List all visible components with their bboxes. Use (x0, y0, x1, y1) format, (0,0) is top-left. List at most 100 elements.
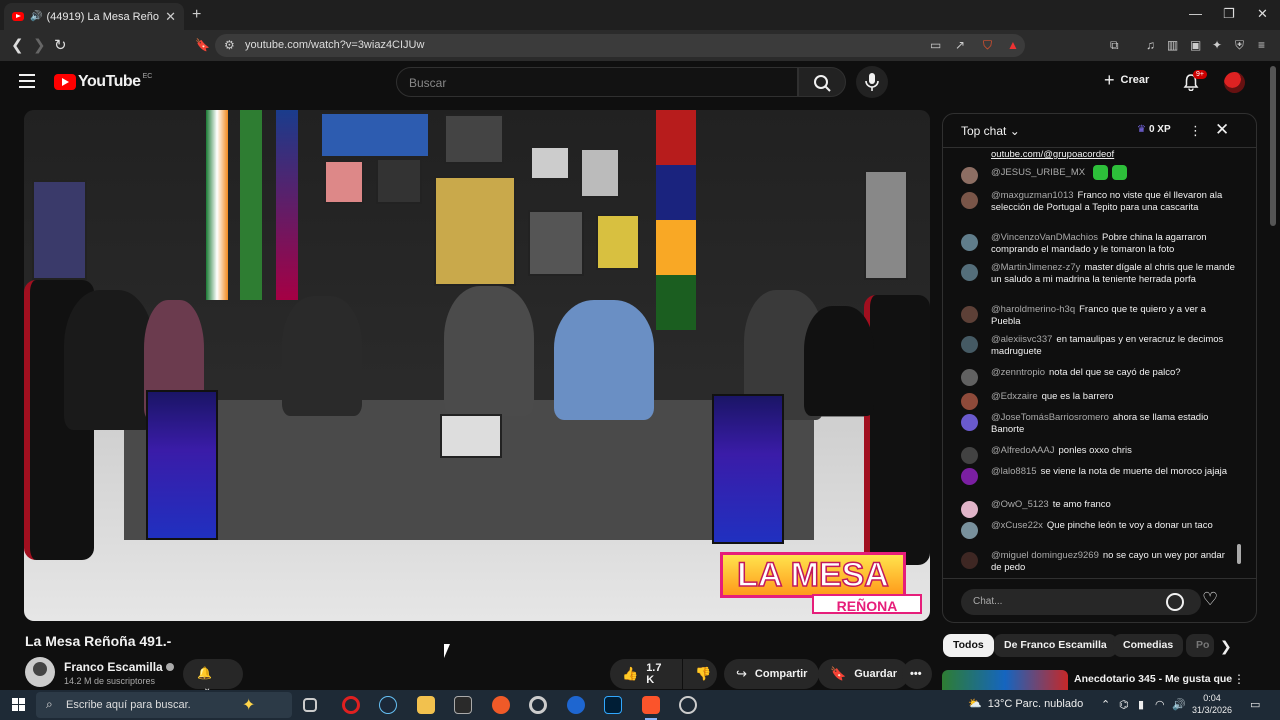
chip-comedias[interactable]: Comedias (1113, 634, 1184, 657)
chat-username[interactable]: @alexiisvc337 (991, 334, 1052, 345)
app-icon[interactable] (492, 696, 510, 714)
channel-avatar[interactable] (25, 657, 55, 687)
app-icon[interactable] (679, 696, 697, 714)
wallet-icon[interactable]: ▣ (1190, 38, 1201, 52)
browser-menu-icon[interactable]: ≡ (1258, 38, 1265, 52)
chat-avatar[interactable] (961, 468, 978, 485)
site-info-icon[interactable]: ⚙ (224, 38, 235, 52)
tab-search-icon[interactable]: ⧉ (1110, 38, 1119, 53)
network-icon[interactable]: ⌬ (1119, 698, 1129, 711)
chat-username[interactable]: @lalo8815 (991, 466, 1037, 477)
channel-name-link[interactable]: Franco Escamilla (64, 660, 174, 674)
chat-avatar[interactable] (961, 192, 978, 209)
subscription-bell-button[interactable]: 🔔 ⌄ (183, 659, 243, 694)
top-chat-dropdown[interactable]: Top chat ⌄ (961, 124, 1020, 138)
chat-username[interactable]: @AlfredoAAAJ (991, 445, 1055, 456)
chat-username[interactable]: @xCuse22x (991, 520, 1043, 531)
chat-avatar[interactable] (961, 234, 978, 251)
opera-icon[interactable] (342, 696, 360, 714)
chat-link[interactable]: outube.com/@grupoacordeof (991, 149, 1114, 160)
notification-center-icon[interactable]: ▭ (1250, 698, 1260, 711)
weather-widget[interactable]: ⛅ 13°C Parc. nublado (968, 697, 1083, 710)
recommendation-thumbnail[interactable] (942, 670, 1068, 692)
chat-username[interactable]: @VincenzoVanDMachios (991, 232, 1098, 243)
close-tab-icon[interactable]: ✕ (165, 9, 176, 25)
clock[interactable]: 0:04 31/3/2026 (1192, 692, 1232, 716)
wifi-icon[interactable]: ◠ (1155, 698, 1165, 711)
chip-partial[interactable]: Po (1186, 634, 1214, 657)
chat-avatar[interactable] (961, 552, 978, 569)
browser-tab[interactable]: 🔊 (44919) La Mesa Reñoña 491.- ✕ (4, 3, 184, 30)
more-actions-button[interactable]: ••• (902, 659, 932, 689)
volume-icon[interactable]: 🔊 (1172, 698, 1186, 711)
forward-icon[interactable]: ❯ (33, 36, 46, 54)
chat-avatar[interactable] (961, 167, 978, 184)
chat-username[interactable]: @MartinJimenez-z7y (991, 262, 1080, 273)
chat-username[interactable]: @JoseTomásBarriosromero (991, 412, 1109, 423)
steam-icon[interactable] (379, 696, 397, 714)
music-icon[interactable]: ♫ (1146, 38, 1155, 52)
file-explorer-icon[interactable] (417, 696, 435, 714)
speaker-icon[interactable]: 🔊 (30, 11, 42, 22)
windows-start-icon[interactable] (12, 698, 25, 711)
chip-franco-escamilla[interactable]: De Franco Escamilla (994, 634, 1117, 657)
chat-username[interactable]: @haroldmerino-h3q (991, 304, 1075, 315)
chevron-right-icon[interactable]: ❯ (1220, 638, 1232, 655)
chat-more-icon[interactable]: ⋮ (1189, 123, 1202, 139)
recommendation-title[interactable]: Anecdotario 345 - Me gusta que (1074, 673, 1232, 685)
chat-username[interactable]: @OwO_5123 (991, 499, 1049, 510)
emoji-picker-icon[interactable] (1166, 593, 1184, 611)
bookmark-icon[interactable]: 🔖 (195, 38, 210, 52)
chat-avatar[interactable] (961, 447, 978, 464)
vpn-icon[interactable]: ⛨ (1235, 38, 1244, 53)
chat-avatar[interactable] (961, 393, 978, 410)
chat-username[interactable]: @Edxzaire (991, 391, 1038, 402)
video-player[interactable]: LA MESA REÑONA (24, 110, 930, 621)
chat-username[interactable]: @JESUS_URIBE_MX (991, 167, 1085, 178)
close-chat-icon[interactable]: ✕ (1215, 120, 1229, 140)
tray-chevron-icon[interactable]: ⌃ (1101, 698, 1110, 711)
share-icon[interactable]: ↗ (955, 38, 965, 52)
account-avatar[interactable] (1224, 72, 1245, 93)
chat-scrollbar[interactable] (1237, 154, 1241, 574)
create-button[interactable]: + Crear (1104, 71, 1149, 89)
chat-avatar[interactable] (961, 336, 978, 353)
chat-username[interactable]: @miguel dominguez9269 (991, 550, 1099, 561)
sidebar-icon[interactable]: ▥ (1167, 38, 1178, 52)
chat-username[interactable]: @zenntropio (991, 367, 1045, 378)
search-input[interactable]: Buscar (396, 67, 798, 97)
page-scrollbar[interactable] (1270, 66, 1276, 226)
search-button[interactable] (798, 67, 846, 97)
rewards-icon[interactable]: ▲ (1007, 38, 1019, 52)
chat-input[interactable]: Chat... (961, 589, 1201, 615)
photoshop-icon[interactable] (604, 696, 622, 714)
restore-icon[interactable]: ❐ (1223, 6, 1235, 22)
chat-username[interactable]: @maxguzman1013 (991, 190, 1074, 201)
leo-icon[interactable]: ✦ (1212, 38, 1222, 52)
recommendation-more-icon[interactable]: ⋮ (1233, 672, 1245, 686)
app-icon[interactable] (529, 696, 547, 714)
heart-icon[interactable]: ♡ (1202, 589, 1218, 610)
xp-indicator[interactable]: ♛ 0 XP (1137, 124, 1171, 135)
hamburger-menu-icon[interactable] (19, 74, 35, 88)
chat-scroll-thumb[interactable] (1237, 544, 1241, 564)
brave-browser-icon[interactable] (642, 696, 660, 714)
share-button[interactable]: ↪ Compartir (724, 659, 820, 689)
epic-games-icon[interactable] (454, 696, 472, 714)
chat-avatar[interactable] (961, 369, 978, 386)
like-button[interactable]: 👍 1.7 K (610, 659, 682, 689)
youtube-logo[interactable]: YouTube EC (54, 73, 152, 91)
chip-all[interactable]: Todos (943, 634, 994, 657)
chat-avatar[interactable] (961, 306, 978, 323)
chat-avatar[interactable] (961, 522, 978, 539)
brave-shield-icon[interactable]: ⛉ (983, 38, 992, 53)
dislike-button[interactable]: 👎 (683, 659, 717, 689)
taskbar-search-input[interactable]: ⌕ Escribe aquí para buscar. ✦ (36, 692, 292, 718)
address-input[interactable]: youtube.com/watch?v=3wiaz4CIJUw (215, 34, 1025, 57)
chat-avatar[interactable] (961, 264, 978, 281)
task-view-icon[interactable] (303, 698, 317, 712)
reload-icon[interactable]: ↻ (54, 36, 67, 54)
battery-icon[interactable]: ▮ (1138, 698, 1144, 711)
bluetooth-icon[interactable] (567, 696, 585, 714)
new-tab-icon[interactable]: + (192, 6, 201, 24)
